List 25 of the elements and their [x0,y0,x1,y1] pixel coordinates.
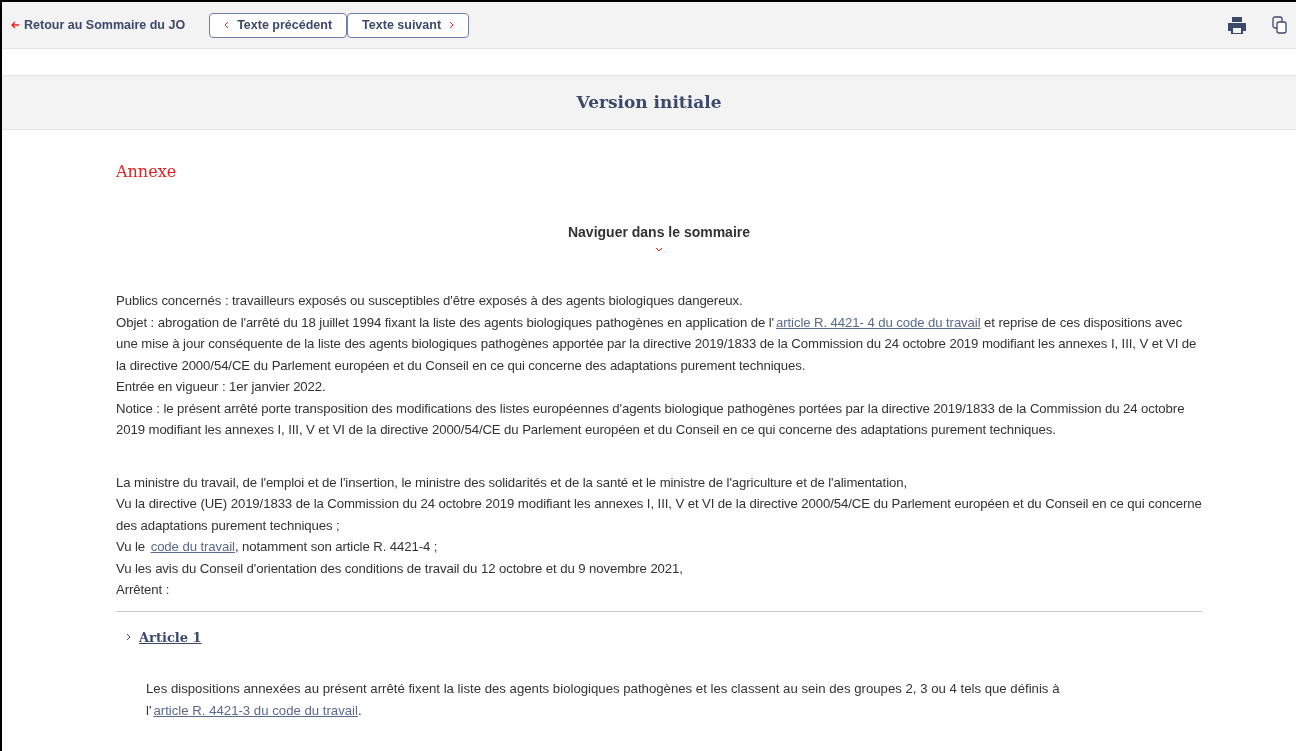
notice-text: Notice : le présent arrêté porte transposition des modifications des listes européennes d'agents biologique pathogènes portées par la directive 2019/1833 de la Commission du 24 octobre 2019 modifiant les annexes I, III, V et VI de la directive 2000/54/CE du Parlement européen et du Conseil en ce qui concerne des adaptations purement techniques. [116,399,1186,439]
annex-title: Annexe [116,161,178,183]
text-link[interactable]: article R. 4421-3 du code du travail [153,702,358,718]
notice-text: Objet : abrogation de l'arrêté du 18 juillet 1994 fixant la liste des agents biologiques pathogènes en application de l'article R. 4421- 4 du code du travail et reprise de ces dispositions avec une mise à jour conséquente de la liste des agents biologiques pathogènes apportée par la directive 2019/1833 de la Commission du 24 octobre 2019 modifiant les annexes I, III, V et VI de la directive 2000/54/CE du Parlement européen et du Conseil en ce qui concerne des adaptations purement techniques. [116,313,1198,375]
summary-toggle[interactable]: Naviguer dans le sommaire [567,222,751,243]
previous-button[interactable]: Texte précédent [209,12,348,38]
copy-icon[interactable] [1272,15,1288,35]
print-icon[interactable] [1226,15,1248,35]
notice-text: Entrée en vigueur : 1er janvier 2022. [116,378,327,396]
version-heading: Version initiale [576,90,722,114]
preamble-text: Arrêtent : [116,581,171,599]
preamble-text: Vu la directive (UE) 2019/1833 de la Commission du 24 octobre 2019 modifiant les annexes I, III, V et VI de la directive 2000/54/CE du Parlement européen et du Conseil en ce qui concerne des adaptations purement techniques ; [116,495,1202,535]
preamble-text: La ministre du travail, de l'emploi et de l'insertion, le ministre des solidarités et de la santé et le ministre de l'agriculture et de l'alimentation, [116,473,908,492]
chevron-icon [449,21,455,29]
preamble-text: Vu le code du travail, notamment son article R. 4421-4 ; [116,538,439,556]
chevron-icon [224,21,230,29]
text-link[interactable]: code du travail [150,539,235,554]
next-button[interactable]: Texte suivant [347,12,470,38]
back-link[interactable]: Retour au Sommaire du JO [24,15,186,35]
text-link[interactable]: article R. 4421- 4 du code du travail [776,314,981,330]
article-text: Les dispositions annexées au présent arrêté fixent la liste des agents biologiques pathogènes et les classent au sein des groupes 2, 3 ou 4 tels que définis à l'article R. 4421-3 du code du travail. [146,680,1061,720]
arrow-icon [10,20,20,30]
preamble-text: Vu les avis du Conseil d'orientation des conditions de travail du 12 octobre et du 9 novembre 2021, [116,559,684,578]
article-link[interactable]: Article 1 [139,627,202,647]
notice-text: Publics concernés : travailleurs exposés ou susceptibles d'être exposés à des agents biologiques dangereux. [116,292,744,310]
